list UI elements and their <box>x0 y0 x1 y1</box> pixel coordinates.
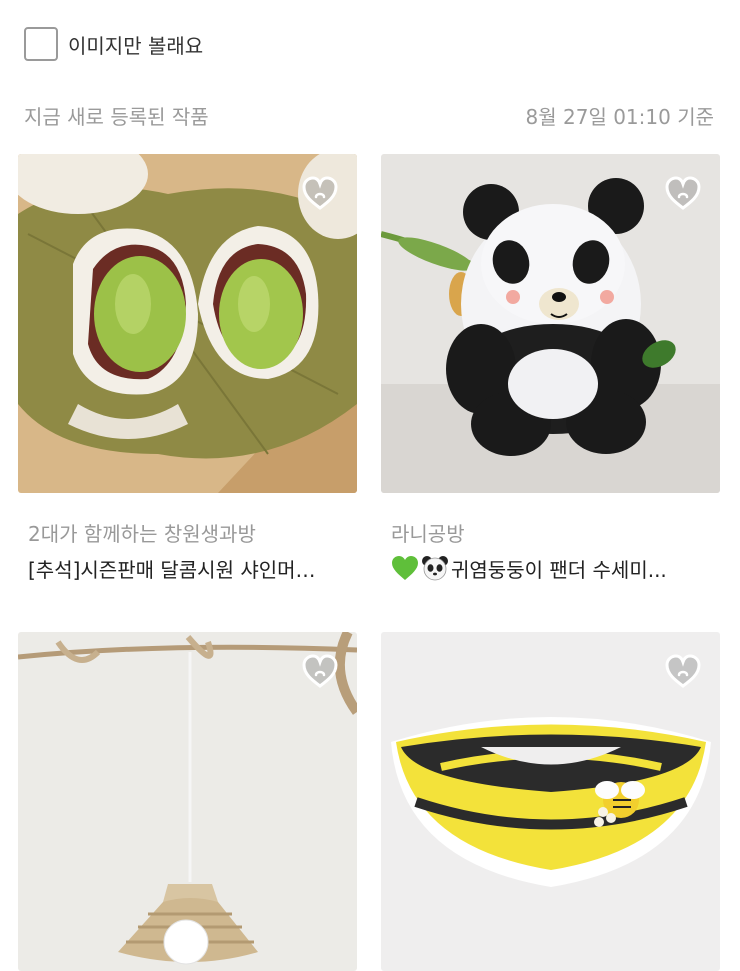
section-header: 지금 새로 등록된 작품 8월 27일 01:10 기준 <box>24 101 714 130</box>
image-only-filter[interactable]: 이미지만 볼래요 <box>24 26 203 62</box>
heart-icon[interactable] <box>300 174 340 214</box>
product-title[interactable]: [추석]시즌판매 달콤시원 샤인머… <box>28 554 353 583</box>
heart-icon[interactable] <box>300 652 340 692</box>
shop-name[interactable]: 라니공방 <box>391 518 465 547</box>
heart-icon[interactable] <box>663 174 703 214</box>
image-only-checkbox[interactable] <box>24 27 58 61</box>
shop-name[interactable]: 2대가 함께하는 창원생과방 <box>28 518 256 547</box>
section-title: 지금 새로 등록된 작품 <box>24 105 209 129</box>
product-image[interactable] <box>381 632 720 971</box>
product-title-text[interactable]: 귀염둥둥이 팬더 수세미... <box>451 558 667 582</box>
product-image[interactable] <box>381 154 720 493</box>
product-image[interactable] <box>18 154 357 493</box>
panda-face-icon <box>422 556 448 581</box>
product-title[interactable]: 귀염둥둥이 팬더 수세미... <box>391 554 716 583</box>
green-heart-icon <box>392 556 418 580</box>
heart-icon[interactable] <box>663 652 703 692</box>
image-only-label[interactable]: 이미지만 볼래요 <box>68 30 203 59</box>
product-image[interactable] <box>18 632 357 971</box>
update-timestamp: 8월 27일 01:10 기준 <box>525 105 714 129</box>
